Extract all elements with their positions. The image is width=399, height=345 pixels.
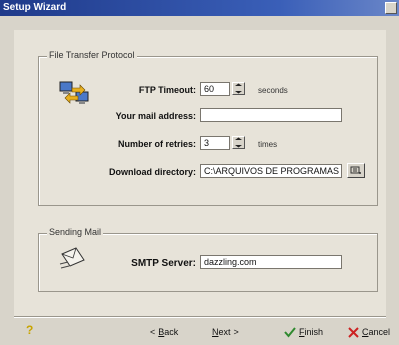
download-dir-label: Download directory:: [108, 167, 196, 177]
mail-address-input[interactable]: [200, 108, 342, 122]
retries-input[interactable]: 3: [200, 136, 230, 150]
envelope-icon: [59, 247, 85, 269]
ftp-timeout-label: FTP Timeout:: [138, 85, 196, 95]
help-icon[interactable]: ?: [26, 323, 33, 337]
network-transfer-icon: [59, 81, 89, 104]
retries-unit: times: [258, 140, 278, 149]
footer-divider: [14, 316, 386, 318]
check-icon: [284, 327, 296, 338]
ftp-timeout-input[interactable]: 60: [200, 82, 230, 96]
spin-arrows-icon: [235, 83, 242, 94]
mail-group-legend: Sending Mail: [47, 227, 104, 237]
next-label: ext: [218, 327, 231, 337]
retries-spinner[interactable]: [232, 136, 245, 149]
browse-button[interactable]: [347, 163, 365, 178]
next-suffix: >: [233, 327, 239, 337]
back-label: ack: [164, 327, 179, 337]
back-prefix: <: [150, 327, 156, 337]
mail-address-label: Your mail address:: [115, 111, 196, 121]
back-button[interactable]: < Back: [150, 325, 178, 339]
ftp-timeout-unit: seconds: [258, 86, 288, 95]
download-dir-input[interactable]: C:\ARQUIVOS DE PROGRAMAS: [200, 164, 342, 178]
cancel-button[interactable]: Cancel: [348, 325, 390, 339]
window-title: Setup Wizard: [3, 2, 67, 13]
retries-label: Number of retries:: [117, 139, 196, 149]
finish-button[interactable]: Finish: [284, 325, 323, 339]
cross-icon: [348, 326, 359, 338]
folder-browse-icon: [350, 166, 361, 174]
smtp-label: SMTP Server:: [131, 258, 196, 269]
ftp-group-legend: File Transfer Protocol: [47, 50, 137, 60]
finish-label: inish: [304, 327, 324, 337]
title-bar: Setup Wizard: [0, 0, 399, 16]
spin-arrows-icon: [235, 137, 242, 148]
close-button[interactable]: [385, 2, 397, 14]
smtp-input[interactable]: dazzling.com: [200, 255, 342, 269]
next-button[interactable]: Next >: [212, 325, 239, 339]
setup-wizard-window: Setup Wizard File Transfer Protocol FTP …: [0, 0, 399, 345]
ftp-timeout-spinner[interactable]: [232, 82, 245, 95]
cancel-label: ancel: [368, 327, 391, 337]
